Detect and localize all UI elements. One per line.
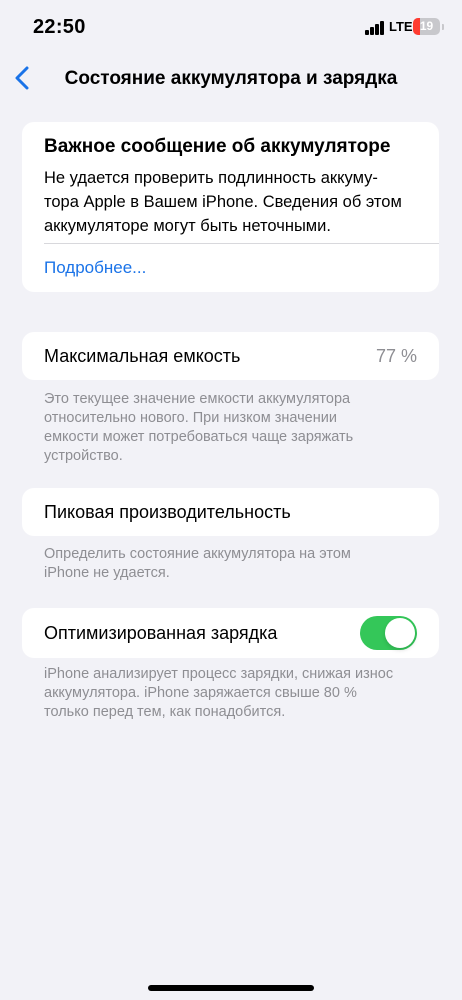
optimized-charging-footnote: iPhone анализирует процесс зарядки, сниж…: [44, 665, 424, 722]
max-capacity-value: 77 %: [375, 346, 417, 366]
footnote-line: Определить состояние аккумулятора на это…: [44, 546, 351, 562]
learn-more-link[interactable]: Подробнее...: [44, 258, 146, 278]
notice-line: тора Apple в Вашем iPhone. Сведения об э…: [44, 193, 402, 211]
divider: [44, 243, 439, 244]
footnote-line: только перед тем, как понадобится.: [44, 704, 286, 720]
cellular-signal-icon: [365, 21, 385, 35]
footnote-line: iPhone анализирует процесс зарядки, сниж…: [44, 666, 394, 682]
status-time: 22:50: [33, 16, 86, 38]
toggle-knob: [385, 618, 415, 648]
footnote-line: относительно нового. При низком значении: [44, 410, 337, 426]
home-indicator[interactable]: [148, 985, 314, 991]
optimized-charging-row: Оптимизированная зарядка: [22, 608, 439, 658]
peak-performance-label: Пиковая производительность: [44, 502, 291, 522]
max-capacity-label: Максимальная емкость: [44, 346, 241, 366]
notice-line: Не удается проверить подлинность аккуму-: [44, 169, 378, 187]
optimized-charging-label: Оптимизированная зарядка: [44, 623, 278, 643]
page-title: Состояние аккумулятора и зарядка: [64, 68, 398, 89]
footnote-line: аккумулятора. iPhone заряжается свыше 80…: [44, 685, 357, 701]
footnote-line: емкости может потребоваться чаще заряжат…: [44, 429, 354, 445]
notice-body: Не удается проверить подлинность аккуму-…: [44, 166, 424, 238]
network-type: LTE: [389, 19, 413, 34]
max-capacity-footnote: Это текущее значение емкости аккумулятор…: [44, 390, 424, 466]
footnote-line: iPhone не удается.: [44, 565, 170, 581]
notice-title: Важное сообщение об аккумуляторе: [44, 136, 391, 157]
optimized-charging-toggle[interactable]: [360, 616, 417, 650]
battery-percentage: 19: [419, 19, 434, 33]
peak-performance-row: Пиковая производительность: [22, 488, 439, 536]
battery-icon: 19: [413, 18, 444, 35]
max-capacity-row: Максимальная емкость 77 %: [22, 332, 439, 380]
peak-performance-footnote: Определить состояние аккумулятора на это…: [44, 545, 424, 583]
footnote-line: Это текущее значение емкости аккумулятор…: [44, 391, 351, 407]
footnote-line: устройство.: [44, 448, 123, 464]
status-bar: 22:50 LTE 19: [0, 0, 462, 50]
battery-notice-card: Важное сообщение об аккумуляторе Не удае…: [22, 122, 439, 292]
notice-line: аккумуляторе могут быть неточными.: [44, 217, 331, 235]
